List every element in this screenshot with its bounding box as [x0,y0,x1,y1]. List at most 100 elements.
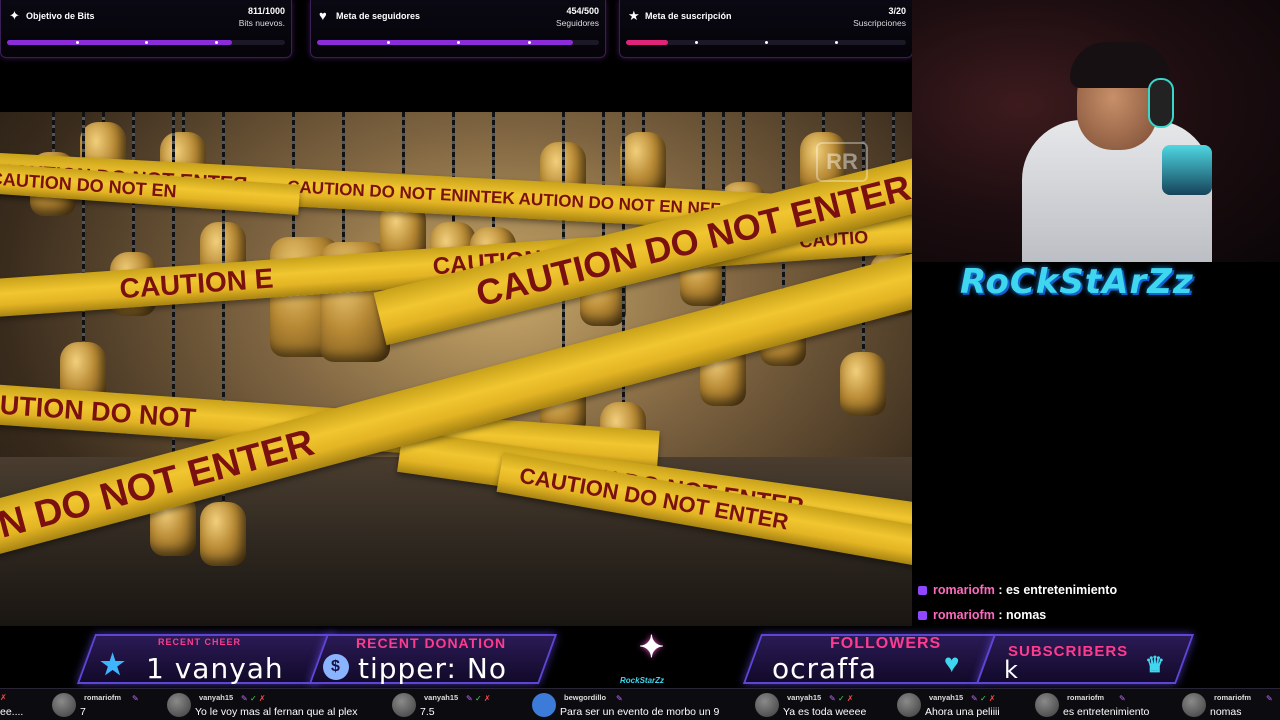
ticker-username: romariofm [1067,693,1105,702]
ticker-item: ✗ ee.... [0,689,44,720]
ticker-text: Ahora una peliiii [925,706,1000,718]
mod-action-icons: ✎ [132,694,139,703]
milestone-dot [457,41,460,44]
ticker-item: romariofm ✎ 7 [52,689,152,720]
boxing-glove [200,502,246,566]
user-avatar [52,693,76,717]
ticker-text: es entretenimiento [1063,706,1150,718]
chat-username[interactable]: romariofm [933,583,995,597]
bits-icon: ✦ [9,8,20,23]
glove-chain [642,112,645,132]
followers-goal-fill [317,40,574,45]
mod-action-icons: ✎ [616,694,623,703]
mod-action-icons: ✎ ✓ ✗ [971,694,996,703]
subscription-goal-widget: ★ Meta de suscripción 3/20 Suscripciones [619,0,913,58]
ticker-item: vanyah15 ✎ ✓ ✗ 7.5 [392,689,512,720]
chat-ticker: ✗ ee.... romariofm ✎ 7 vanyah15 ✎ ✓ ✗ Yo le v… [0,688,1280,720]
chat-username[interactable]: romariofm [933,608,995,622]
video-player[interactable]: CAUTION DO NOT ENTEЯCAUTION DO NOT ENINT… [0,112,912,627]
followers-goal-progress-bar [317,40,599,45]
subscription-goal-title: Meta de suscripción [645,11,732,21]
ticker-item: romariofm ✎ nomas [1182,689,1280,720]
milestone-dot [214,41,218,44]
trophy-icon: ♛ [1145,652,1166,677]
ticker-username: romariofm [84,693,122,702]
streamer-logo: RoCkStArZz [960,262,1194,302]
milestone-dot [386,41,390,44]
ticker-item: bewgordillo ✎ Para ser un evento de morbo … [532,689,732,720]
followers-label: FOLLOWERS [830,635,942,652]
user-avatar [755,693,779,717]
donation-icon: $ [323,654,349,680]
user-avatar [532,693,556,717]
bits-goal-count: 811/1000 [247,6,285,16]
subscription-goal-subtitle: Suscripciones [853,18,906,28]
milestone-dot [765,41,768,44]
recent-donation-label: RECENT DONATION [356,635,507,651]
subscription-goal-progress-bar [626,40,906,45]
webcam-feed [912,0,1280,262]
followers-goal-title: Meta de seguidores [336,11,421,21]
ticker-text: 7 [80,706,86,718]
microphone-icon [1162,145,1212,195]
user-avatar [897,693,921,717]
milestone-dot [527,41,531,44]
bits-goal-fill [7,40,233,45]
mod-action-icons: ✗ [0,693,7,702]
ticker-text: nomas [1210,706,1242,718]
milestone-dot [75,41,79,44]
caution-tape-text: UTION DO NOT [0,389,198,433]
mod-action-icons: ✎ ✓ ✗ [466,694,491,703]
user-avatar [1182,693,1206,717]
ticker-text: 7.5 [420,706,435,718]
stream-logo-badge: ✦ [638,631,666,664]
glove-chain [822,112,825,132]
ticker-item: vanyah15 ✎ ✓ ✗ Yo le voy mas al fernan que… [167,689,377,720]
heart-icon: ♥ [944,648,961,678]
heart-icon: ♥ [319,8,327,23]
ticker-text: ee.... [0,706,24,718]
chat-text: : es entretenimiento [998,583,1118,597]
glove-chain [52,112,55,152]
ticker-username: bewgordillo [564,693,607,702]
subscription-goal-count: 3/20 [888,6,906,16]
mod-action-icons: ✎ ✓ ✗ [241,694,266,703]
ticker-item: vanyah15 ✎ ✓ ✗ Ya es toda weeee [755,689,875,720]
ticker-item: romariofm ✎ es entretenimiento [1035,689,1160,720]
glove-chain [182,112,185,132]
chat-badge-icon [918,586,927,595]
recent-donation-value: tipper: No [358,652,507,685]
chat-text: : nomas [998,608,1047,622]
user-avatar [1035,693,1059,717]
bits-goal-subtitle: Bits nuevos. [238,18,285,28]
user-avatar [392,693,416,717]
chat-message: romariofm : nomas [918,608,1046,623]
bits-goal-progress-bar [7,40,285,45]
followers-goal-count: 454/500 [566,6,599,16]
recent-cheer-value: 1 vanyah [146,652,284,685]
milestone-dot [145,41,148,44]
ticker-username: romariofm [1214,693,1252,702]
milestone-dot [835,41,838,44]
ticker-item: vanyah15 ✎ ✓ ✗ Ahora una peliiii [897,689,1017,720]
ticker-text: Yo le voy mas al fernan que al plex [195,706,358,718]
glove-chain [102,112,105,122]
chat-message: romariofm : es entretenimiento [918,583,1117,598]
glove-chain [742,112,745,182]
mod-action-icons: ✎ [1266,694,1273,703]
recent-cheer-label: RECENT CHEER [158,637,242,647]
star-icon: ★ [100,649,127,680]
boxing-glove [840,352,886,416]
headphones-icon [1148,78,1174,128]
ticker-text: Ya es toda weeee [783,706,867,718]
bits-goal-title: Objetivo de Bits [26,11,95,21]
ticker-username: vanyah15 [199,693,234,702]
followers-goal-widget: ♥ Meta de seguidores 454/500 Seguidores [310,0,606,58]
followers-goal-subtitle: Seguidores [555,18,599,28]
mod-action-icons: ✎ ✓ ✗ [829,694,854,703]
subscription-goal-fill [626,40,668,45]
ticker-text: Para ser un evento de morbo un 9 [560,706,720,718]
subscribers-label: SUBSCRIBERS [1008,643,1129,660]
ticker-username: vanyah15 [787,693,822,702]
chat-badge-icon [918,611,927,620]
